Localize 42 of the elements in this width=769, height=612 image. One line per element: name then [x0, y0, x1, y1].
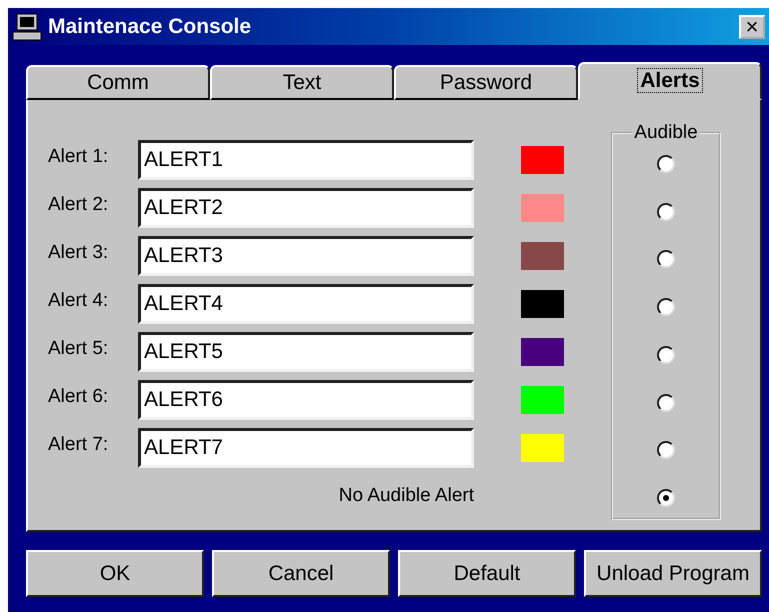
alert-name-field[interactable]: ALERT2 [138, 188, 474, 228]
color-swatch[interactable] [521, 146, 564, 174]
alert-name-field[interactable]: ALERT3 [138, 236, 474, 276]
close-button[interactable]: × [739, 14, 765, 38]
alert-label: Alert 5: [48, 337, 110, 360]
tab[interactable]: Comm [26, 65, 210, 100]
color-swatch[interactable] [521, 242, 564, 270]
alert-label: Alert 3: [48, 241, 110, 264]
color-swatch[interactable] [521, 434, 564, 462]
alert-name-field[interactable]: ALERT4 [138, 284, 474, 324]
radio-button[interactable] [657, 441, 675, 460]
radio-button[interactable] [657, 154, 675, 173]
alert-name-field[interactable]: ALERT7 [138, 428, 474, 468]
radio-button[interactable] [657, 298, 675, 316]
tab[interactable]: Alerts [578, 62, 762, 100]
tab[interactable]: Password [394, 65, 578, 100]
dialog-button[interactable]: Default [398, 550, 576, 597]
color-swatch[interactable] [521, 290, 564, 318]
radio-button[interactable] [657, 394, 675, 412]
window-title: Maintenace Console [48, 14, 252, 38]
group-title: Audible [633, 122, 699, 144]
no-audible-label: No Audible Alert [338, 485, 474, 507]
dialog-button[interactable]: Cancel [212, 550, 390, 597]
color-swatch[interactable] [521, 386, 564, 414]
color-swatch[interactable] [521, 338, 564, 366]
dialog-button[interactable]: Unload Program [584, 550, 762, 597]
radio-button[interactable] [657, 346, 675, 364]
dialog-button[interactable]: OK [26, 550, 204, 597]
tab[interactable]: Text [210, 65, 394, 100]
alert-label: Alert 4: [48, 289, 110, 312]
alert-name-field[interactable]: ALERT1 [138, 140, 474, 180]
alert-name-field[interactable]: ALERT6 [138, 380, 474, 420]
alert-label: Alert 6: [48, 385, 110, 408]
alert-label: Alert 7: [48, 433, 110, 456]
alert-name-field[interactable]: ALERT5 [138, 332, 474, 372]
radio-button[interactable] [657, 489, 675, 508]
computer-icon [12, 12, 42, 40]
color-swatch[interactable] [521, 194, 564, 222]
alert-label: Alert 1: [48, 145, 110, 168]
radio-button[interactable] [657, 250, 675, 268]
alert-label: Alert 2: [48, 193, 110, 216]
radio-button[interactable] [657, 202, 675, 221]
